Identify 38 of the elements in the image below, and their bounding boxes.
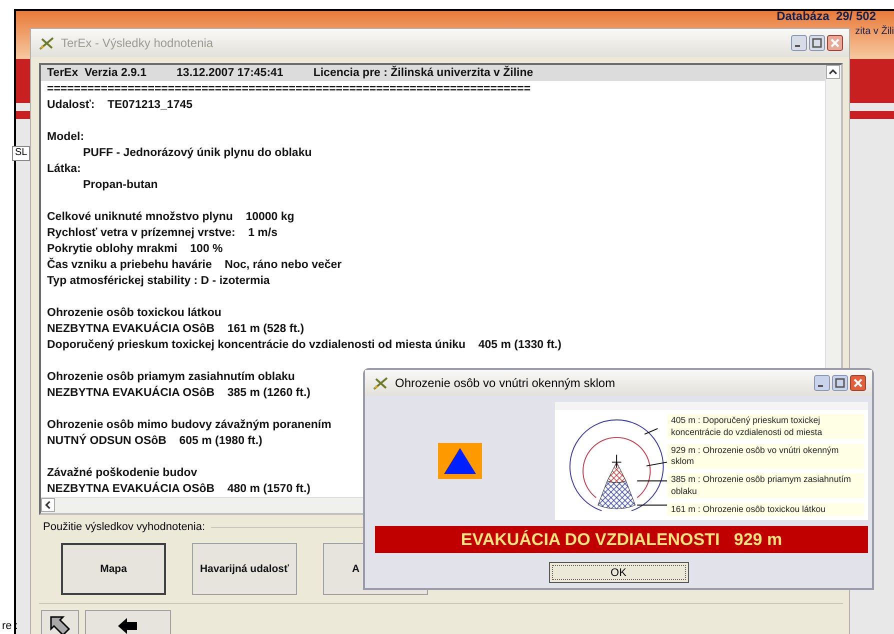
report-header-text: Licencia pre : Žilinská univerzita v Žiline	[313, 65, 534, 81]
report-line: Udalosť: TE071213_1745	[47, 98, 193, 113]
legend-label: 161 m : Ohrozenie osôb toxickou látkou	[667, 502, 864, 516]
report-line: NEZBYTNA EVAKUÁCIA OSôB 385 m (1260 ft.)	[47, 385, 310, 401]
legend-label: 385 m : Ohrozenie osôb priamym zasiahnutím oblaku	[667, 473, 864, 498]
report-line: PUFF - Jednorázový únik plynu do oblaku	[83, 146, 312, 161]
report-line: Ohrozenie osôb priamym zasiahnutím oblaku	[47, 370, 295, 385]
evacuation-banner: EVAKUÁCIA DO VZDIALENOSTI 929 m	[375, 526, 868, 553]
ok-button[interactable]: OK	[548, 562, 688, 583]
separator-line: ========================================================================	[47, 82, 531, 97]
report-line: Rychlosť vetra v prízemnej vrstve: 1 m/s	[47, 226, 278, 241]
legend-label: 405 m : Doporučený prieskum toxickej koncentrácie do vzdialenosti od miesta	[667, 414, 864, 439]
report-line: Doporučený prieskum toxickej koncentrácie do vzdialenosti od miesta úniku 405 m (1330 ft.)	[47, 338, 562, 353]
field-label: re :	[2, 620, 18, 632]
report-line: Ohrozenie osôb toxickou látkou	[47, 306, 222, 321]
database-counter: Databáza 29/ 502	[776, 9, 876, 23]
report-line: Čas vzniku a priebehu havárie Noc, ráno nebo večer	[47, 257, 342, 273]
action-button[interactable]: Mapa	[61, 543, 166, 595]
legend-label: 929 m : Ohrozenie osôb vo vnútri okenným sklom	[667, 444, 864, 468]
report-line: Závažné poškodenie budov	[47, 466, 198, 481]
group-label: Použitie výsledkov vyhodnotenia:	[43, 521, 206, 533]
report-header-text: TerEx Verzia 2.9.1	[47, 66, 147, 81]
report-line: NEZBYTNA EVAKUÁCIA OSôB 161 m (528 ft.)	[47, 321, 304, 337]
report-line: Celkové uniknuté množstvo plynu 10000 kg	[47, 210, 294, 225]
report-line: Pokrytie oblohy mrakmi 100 %	[47, 242, 223, 257]
report-header-text: 13.12.2007 17:45:41	[176, 66, 284, 81]
action-button[interactable]: Havarijná udalosť	[192, 543, 297, 595]
window-title: TerEx - Výsledky hodnotenia	[61, 36, 214, 50]
report-line: NUTNÝ ODSUN OSôB 605 m (1980 ft.)	[47, 433, 262, 449]
dialog-title: Ohrozenie osôb vo vnútri okenným sklom	[395, 376, 616, 390]
report-line: Látka:	[47, 162, 81, 177]
report-line: Model:	[47, 130, 84, 145]
report-line: Ohrozenie osôb mimo budovy závažným poranením	[47, 418, 332, 433]
license-text: zita v Žili	[855, 26, 894, 37]
report-line: Propan-butan	[83, 178, 158, 193]
report-line: Typ atmosférickej stability : D - izotermia	[47, 274, 270, 289]
report-line: NEZBYTNA EVAKUÁCIA OSôB 480 m (1570 ft.)	[47, 481, 310, 497]
input-field[interactable]: SL	[12, 146, 30, 161]
